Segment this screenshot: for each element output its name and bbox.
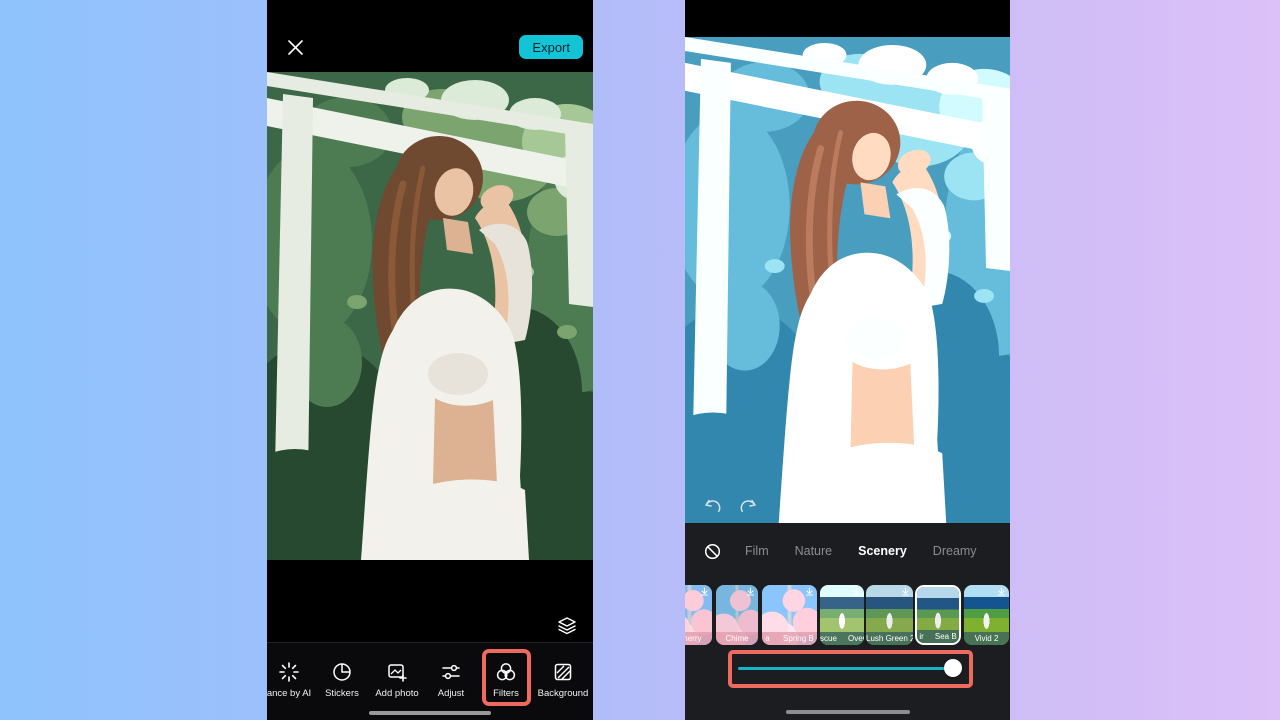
filter-name: Lush Green 2 <box>866 632 913 645</box>
filters-venn-icon <box>495 661 517 683</box>
export-button[interactable]: Export <box>519 35 583 59</box>
download-icon <box>805 587 814 596</box>
editor-top-bar: Export <box>267 0 593 72</box>
category-scenery[interactable]: Scenery <box>858 544 907 558</box>
filter-name: Vivid 2 <box>964 632 1009 645</box>
category-dreamy[interactable]: Dreamy <box>933 544 977 558</box>
no-filter-icon[interactable] <box>704 543 721 560</box>
undo-redo-group <box>703 498 758 516</box>
undo-icon[interactable] <box>703 498 724 516</box>
filter-category-row: Film Nature Scenery Dreamy Oil P <box>685 535 1010 567</box>
add-photo-icon <box>386 661 408 683</box>
editor-home-screenshot: Export ance by AI <box>267 0 593 720</box>
tool-label: Adjust <box>438 688 464 699</box>
download-icon <box>997 587 1006 596</box>
gradient-background: Export ance by AI <box>0 0 1280 720</box>
tool-add-photo[interactable]: Add photo <box>367 661 427 699</box>
tool-label: Filters <box>493 688 519 699</box>
photo-canvas <box>267 72 593 560</box>
canvas-lower-area <box>267 560 593 642</box>
close-icon[interactable] <box>287 39 304 56</box>
tool-label: Stickers <box>325 688 359 699</box>
adjust-sliders-icon <box>440 661 462 683</box>
filter-tile[interactable]: a Spring B <box>762 585 817 645</box>
tool-label: Background <box>538 688 589 699</box>
filters-panel: Film Nature Scenery Dreamy Oil P Cherry <box>685 523 1010 720</box>
sticker-icon <box>331 661 353 683</box>
download-icon <box>700 587 709 596</box>
download-icon <box>746 587 755 596</box>
filter-tile[interactable]: Vivid 2 <box>964 585 1009 645</box>
download-icon <box>901 587 910 596</box>
filter-name: ir Sea B <box>917 630 959 643</box>
confirm-check-icon[interactable] <box>1009 543 1010 560</box>
download-icon <box>852 587 861 596</box>
category-film[interactable]: Film <box>745 544 769 558</box>
category-nature[interactable]: Nature <box>795 544 833 558</box>
home-indicator <box>786 710 910 714</box>
layers-icon[interactable] <box>557 616 577 636</box>
filter-thumbnail-row: Cherry Chime a Spring B <box>685 585 1010 649</box>
enhance-sparkle-icon <box>278 661 300 683</box>
filters-view-screenshot: Film Nature Scenery Dreamy Oil P Cherry <box>685 0 1010 720</box>
background-hatch-icon <box>552 661 574 683</box>
filter-tile[interactable]: Chime <box>716 585 758 645</box>
filter-tile-selected[interactable]: ir Sea B <box>915 585 961 645</box>
filter-name: Chime <box>716 632 758 645</box>
status-bar-area <box>685 0 1010 37</box>
tool-label: ance by AI <box>267 688 311 699</box>
filtered-photo-canvas <box>685 37 1010 523</box>
filter-tile[interactable]: Lush Green 2 <box>866 585 913 645</box>
filter-name: a Spring B <box>762 632 817 645</box>
filter-tile[interactable]: Cherry <box>685 585 712 645</box>
home-indicator <box>369 711 491 715</box>
intensity-slider-knob[interactable] <box>944 659 962 677</box>
filter-name: scue Over <box>820 632 864 645</box>
editor-toolbar: ance by AI Stickers Add photo <box>267 642 593 720</box>
filter-name: Cherry <box>685 632 712 645</box>
filter-tile[interactable]: scue Over <box>820 585 864 645</box>
tool-label: Add photo <box>375 688 418 699</box>
redo-icon[interactable] <box>737 498 758 516</box>
tool-background[interactable]: Background <box>533 661 593 699</box>
tool-stickers[interactable]: Stickers <box>312 661 372 699</box>
intensity-slider-track[interactable] <box>738 667 954 670</box>
tool-adjust[interactable]: Adjust <box>421 661 481 699</box>
tool-filters[interactable]: Filters <box>476 661 536 699</box>
